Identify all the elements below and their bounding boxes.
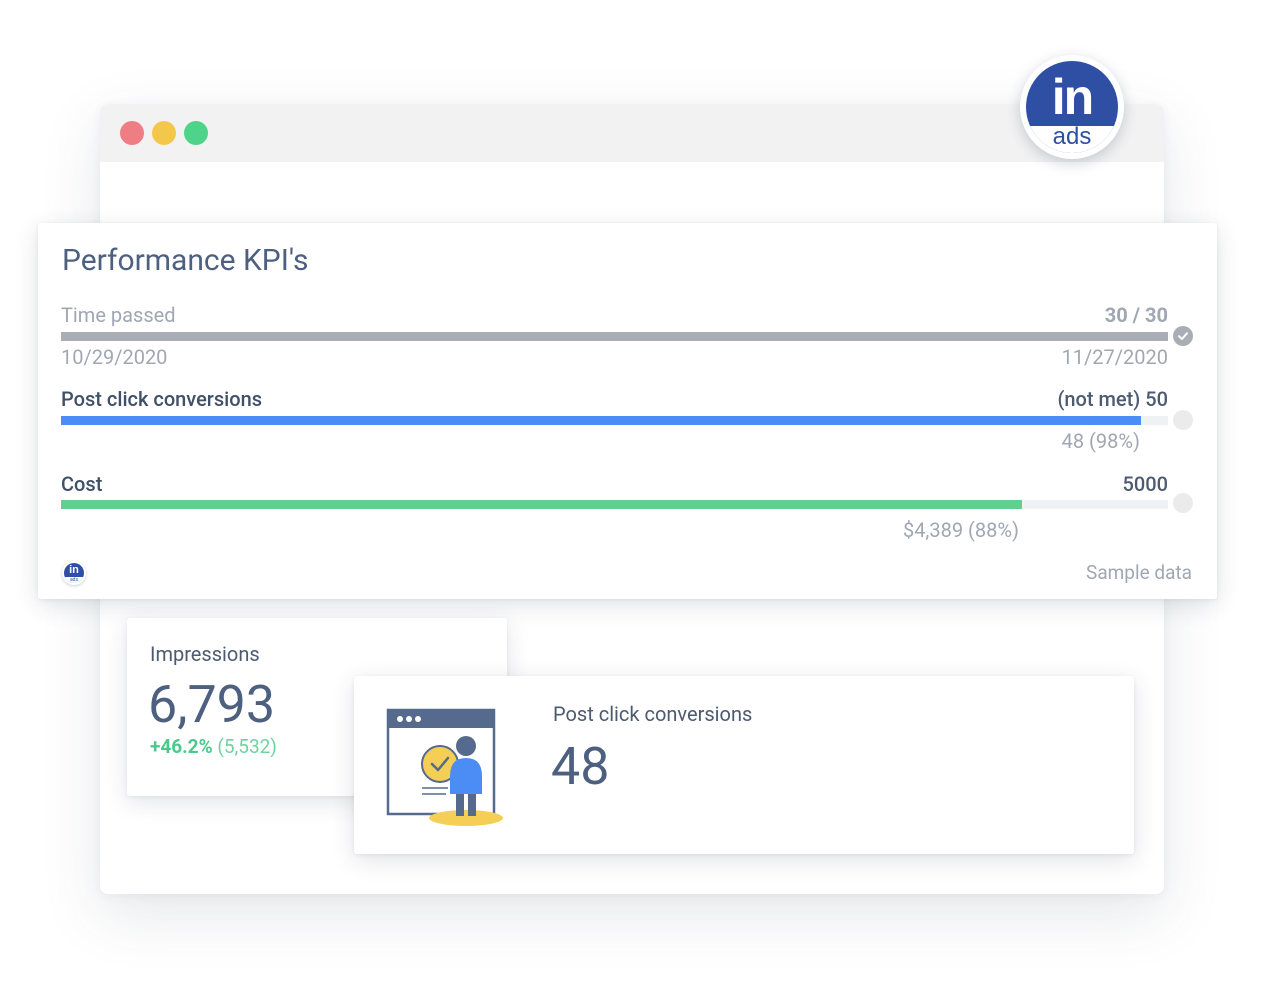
previous-value: (5,532) [217, 735, 277, 758]
conversions-label: Post click conversions [553, 702, 753, 726]
impressions-value: 6,793 [148, 674, 276, 735]
linkedin-ads-small-icon: in ads [62, 561, 86, 585]
change-percent: +46.2% [150, 735, 213, 758]
progress-track [61, 500, 1168, 509]
pending-circle-icon [1173, 493, 1193, 513]
logo-subtext: ads [1052, 123, 1092, 150]
kpi-row-cost: Cost 5000 $4,389 (88%) [61, 472, 1193, 542]
minimize-window-button[interactable] [152, 121, 176, 145]
kpi-row-label: Time passed [61, 303, 176, 327]
kpi-card-title: Performance KPI's [62, 243, 309, 278]
kpi-row-target: 5000 [1122, 472, 1168, 496]
progress-track [61, 416, 1168, 425]
linkedin-ads-logo: in ads [1020, 55, 1124, 159]
logo-text: in [1051, 69, 1094, 125]
progress-fill [61, 332, 1168, 341]
progress-track [61, 332, 1168, 341]
sample-data-note: Sample data [1086, 561, 1192, 584]
kpi-row-time-passed: Time passed 30 / 30 10/29/2020 11/27/202… [61, 303, 1193, 373]
check-circle-icon [1173, 326, 1193, 346]
kpi-row-post-click-conversions: Post click conversions (not met) 50 48 (… [61, 387, 1193, 457]
kpi-row-actual: $4,389 (88%) [902, 518, 1019, 542]
post-click-conversions-card: Post click conversions 48 [354, 676, 1134, 854]
kpi-row-label: Cost [61, 472, 103, 496]
progress-fill [61, 416, 1142, 425]
kpi-row-target: 30 / 30 [1104, 303, 1168, 327]
kpi-row-target: (not met) 50 [1057, 387, 1168, 411]
pending-circle-icon [1173, 410, 1193, 430]
performance-kpi-card: Performance KPI's Time passed 30 / 30 10… [38, 223, 1217, 599]
person-at-browser-checkmark-illustration [386, 708, 503, 826]
conversions-value: 48 [551, 736, 610, 797]
close-window-button[interactable] [120, 121, 144, 145]
browser-titlebar [100, 104, 1164, 162]
progress-fill [61, 500, 1022, 509]
maximize-window-button[interactable] [184, 121, 208, 145]
kpi-row-actual: 48 (98%) [1061, 429, 1140, 453]
kpi-row-label: Post click conversions [61, 387, 263, 411]
end-date: 11/27/2020 [1061, 345, 1168, 369]
impressions-change: +46.2% (5,532) [150, 735, 277, 758]
impressions-label: Impressions [150, 642, 260, 666]
start-date: 10/29/2020 [61, 345, 168, 369]
